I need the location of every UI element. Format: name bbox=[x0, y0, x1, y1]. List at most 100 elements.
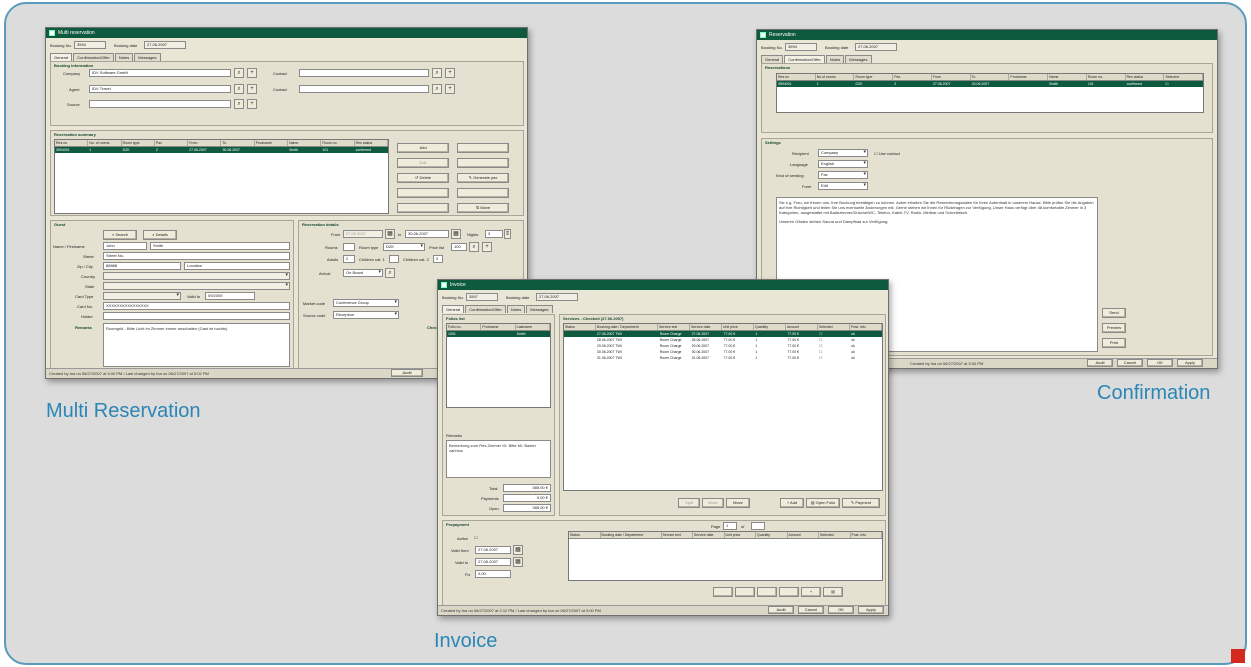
column-header[interactable]: Name bbox=[1048, 74, 1087, 80]
prepay-button-4[interactable] bbox=[779, 587, 799, 597]
valid-from-field[interactable]: 27.06.2007 bbox=[475, 546, 511, 554]
column-header[interactable]: Selected bbox=[818, 324, 850, 330]
prepay-folio-button[interactable]: ▤ bbox=[823, 587, 843, 597]
tab-notes[interactable]: Notes bbox=[506, 305, 526, 313]
page-field[interactable]: 1 bbox=[723, 522, 737, 530]
contact2-add-icon[interactable]: + bbox=[445, 84, 455, 94]
agent-search-icon[interactable]: ⌕ bbox=[234, 84, 244, 94]
column-header[interactable]: Room no. bbox=[321, 140, 355, 146]
selected-checkbox[interactable]: ☑ bbox=[1164, 81, 1203, 87]
selected-checkbox[interactable]: ☐ bbox=[818, 355, 850, 361]
nights-spinner[interactable]: ⇕ bbox=[504, 229, 511, 239]
column-header[interactable]: From bbox=[932, 74, 971, 80]
firstname-field[interactable]: John bbox=[103, 242, 147, 250]
conf-booking-date-field[interactable]: 27.06.2007 bbox=[855, 43, 897, 51]
column-header[interactable]: Booking date / Department bbox=[596, 324, 658, 330]
to-field[interactable]: 30.06.2007 bbox=[405, 230, 449, 238]
source-add-icon[interactable]: + bbox=[247, 99, 257, 109]
card-type-select[interactable] bbox=[103, 292, 181, 300]
conf-booking-no-field[interactable]: 3594 bbox=[785, 43, 817, 51]
side-button-4[interactable] bbox=[457, 158, 509, 168]
prepay-button-1[interactable] bbox=[713, 587, 733, 597]
column-header[interactable]: Unit price bbox=[722, 324, 754, 330]
services-table[interactable]: Status Booking date / Department Service… bbox=[563, 323, 883, 491]
arrival-search-icon[interactable]: ⌕ bbox=[385, 268, 395, 278]
inv-booking-date-field[interactable]: 27.06.2007 bbox=[536, 293, 578, 301]
from-field[interactable]: 27.06.2007 bbox=[343, 230, 383, 238]
tab-messages[interactable]: Messages bbox=[526, 305, 553, 313]
table-row[interactable]: 1001 Smith bbox=[447, 331, 550, 337]
tab-confirmation[interactable]: Confirmation/Offer bbox=[465, 305, 506, 313]
prepay-button-3[interactable] bbox=[757, 587, 777, 597]
column-header[interactable]: Quantity bbox=[754, 324, 786, 330]
column-header[interactable]: Service date bbox=[693, 532, 725, 538]
move-button[interactable]: ⇅ Move bbox=[457, 203, 509, 213]
column-header[interactable]: Amount bbox=[788, 532, 819, 538]
side-button-7[interactable] bbox=[397, 188, 449, 198]
inv-apply-button[interactable]: Apply bbox=[858, 606, 884, 614]
column-header[interactable]: Res status bbox=[355, 140, 388, 146]
column-header[interactable]: Booking date / Department bbox=[601, 532, 662, 538]
conf-apply-button[interactable]: Apply bbox=[1177, 359, 1203, 367]
contact2-search-icon[interactable]: ⌕ bbox=[432, 84, 442, 94]
price-list-add-icon[interactable]: + bbox=[482, 242, 492, 252]
company-search-icon[interactable]: ⌕ bbox=[234, 68, 244, 78]
column-header[interactable]: Service text bbox=[658, 324, 690, 330]
booking-no-field[interactable]: 3594 bbox=[74, 41, 106, 49]
send-button[interactable]: Send bbox=[1102, 308, 1126, 318]
price-list-field[interactable]: 100 bbox=[451, 243, 467, 251]
delete-button[interactable]: ↺ Delete bbox=[397, 173, 449, 183]
column-header[interactable]: Room type bbox=[122, 140, 155, 146]
contact-field-1[interactable] bbox=[299, 69, 429, 77]
conf-audit-button[interactable]: Audit bbox=[1087, 359, 1113, 367]
column-header[interactable]: Prodname bbox=[481, 324, 516, 330]
column-header[interactable]: Res.no bbox=[777, 74, 816, 80]
tab-messages[interactable]: Messages bbox=[845, 55, 872, 63]
remarks-textarea[interactable]: Roomgrid - Bitte Licht im Zimmer immer a… bbox=[103, 323, 290, 367]
inv-booking-no-field[interactable]: 3597 bbox=[466, 293, 498, 301]
kind-select[interactable]: Fax bbox=[818, 171, 868, 179]
column-header[interactable]: Name bbox=[288, 140, 322, 146]
search-button[interactable]: ⌕ Search bbox=[103, 230, 137, 240]
column-header[interactable]: Selected bbox=[1164, 74, 1203, 80]
move-button[interactable]: Move bbox=[726, 498, 750, 508]
tab-confirmation[interactable]: Confirmation/Offer bbox=[73, 53, 114, 61]
market-select[interactable]: Conference Group bbox=[333, 299, 399, 307]
tab-notes[interactable]: Notes bbox=[114, 53, 134, 61]
generate-pax-button[interactable]: ✎ Generate pax bbox=[457, 173, 509, 183]
column-header[interactable]: Res status bbox=[1126, 74, 1165, 80]
add-button[interactable]: Add bbox=[397, 143, 449, 153]
to-calendar-icon[interactable]: ▦ bbox=[451, 229, 461, 239]
column-header[interactable]: Prodname bbox=[1009, 74, 1049, 80]
column-header[interactable]: From bbox=[188, 140, 222, 146]
column-header[interactable]: Unit price bbox=[725, 532, 756, 538]
column-header[interactable]: Service date bbox=[690, 324, 722, 330]
reservation-summary-table[interactable]: Res.no No. of rooms Room type Pax From T… bbox=[54, 139, 389, 214]
company-add-icon[interactable]: + bbox=[247, 68, 257, 78]
recipient-select[interactable]: Company bbox=[818, 149, 868, 157]
tab-messages[interactable]: Messages bbox=[134, 53, 161, 61]
side-button-8[interactable] bbox=[457, 188, 509, 198]
price-list-search-icon[interactable]: ⌕ bbox=[469, 242, 479, 252]
active-checkbox[interactable]: ☐ bbox=[474, 535, 478, 540]
source-search-icon[interactable]: ⌕ bbox=[234, 99, 244, 109]
valid-to-field[interactable]: 09/2009 bbox=[205, 292, 255, 300]
children2-field[interactable]: 0 bbox=[433, 255, 443, 263]
column-header[interactable]: Lastname bbox=[516, 324, 550, 330]
column-header[interactable]: No.of rooms bbox=[816, 74, 855, 80]
tab-notes[interactable]: Notes bbox=[825, 55, 845, 63]
booking-date-field[interactable]: 27.06.2007 bbox=[144, 41, 186, 49]
fix-field[interactable]: 0,00 bbox=[475, 570, 511, 578]
rooms-field[interactable] bbox=[343, 243, 355, 251]
valid-to-calendar-icon[interactable]: ▦ bbox=[513, 557, 523, 567]
contact-search-icon[interactable]: ⌕ bbox=[432, 68, 442, 78]
tab-general[interactable]: General bbox=[761, 55, 784, 63]
folios-table[interactable]: Folio no. Prodname Lastname 1001 Smith bbox=[446, 323, 551, 408]
confirmation-titlebar[interactable]: Reservation bbox=[757, 30, 1217, 40]
contact-field-2[interactable] bbox=[299, 85, 429, 93]
service-add-button[interactable]: + Add bbox=[780, 498, 804, 508]
column-header[interactable]: To bbox=[221, 140, 255, 146]
country-select[interactable] bbox=[103, 272, 290, 280]
inv-cancel-button[interactable]: Cancel bbox=[798, 606, 824, 614]
edit-button[interactable]: Edit bbox=[397, 158, 449, 168]
